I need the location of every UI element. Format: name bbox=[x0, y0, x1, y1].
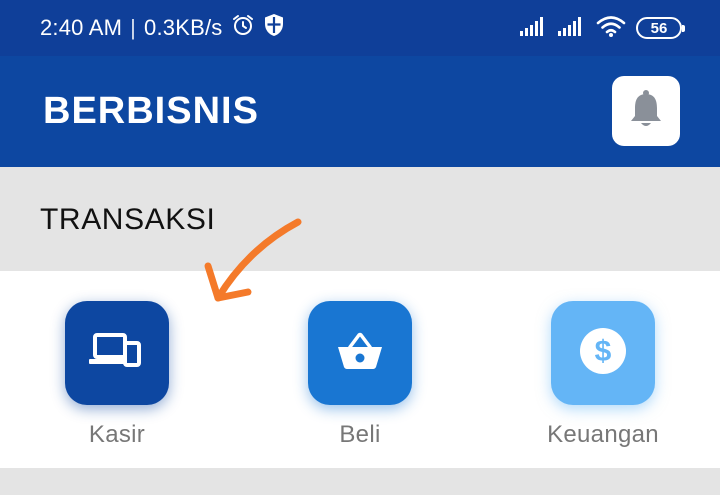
bell-icon bbox=[628, 89, 664, 134]
menu-label: Beli bbox=[339, 421, 381, 448]
battery-icon: 56 bbox=[636, 17, 685, 39]
menu-item-keuangan[interactable]: $ Keuangan bbox=[523, 301, 683, 461]
status-net-speed: 0.3KB/s bbox=[144, 15, 223, 40]
transaction-menu: Kasir Beli $ Keuangan bbox=[0, 271, 720, 468]
signal-icon bbox=[558, 16, 586, 41]
menu-item-kasir[interactable]: Kasir bbox=[37, 301, 197, 461]
shield-icon bbox=[263, 13, 285, 43]
battery-level: 56 bbox=[650, 19, 668, 37]
app-title: BERBISNIS bbox=[43, 90, 259, 132]
app-bar: BERBISNIS bbox=[0, 56, 720, 167]
menu-icon-tile[interactable] bbox=[308, 301, 412, 405]
pos-devices-icon bbox=[87, 329, 147, 378]
status-left: 2:40 AM | 0.3KB/s bbox=[40, 0, 285, 56]
svg-text:$: $ bbox=[595, 335, 612, 368]
menu-item-beli[interactable]: Beli bbox=[280, 301, 440, 461]
basket-icon bbox=[335, 329, 385, 378]
status-right: 56 bbox=[520, 0, 685, 56]
menu-label: Kasir bbox=[88, 421, 146, 448]
section-header: TRANSAKSI bbox=[0, 167, 720, 271]
status-separator: | bbox=[130, 15, 137, 40]
wifi-icon bbox=[596, 15, 626, 42]
notification-button[interactable] bbox=[612, 76, 680, 146]
alarm-icon bbox=[231, 13, 255, 43]
status-bar: 2:40 AM | 0.3KB/s 56 bbox=[0, 0, 720, 56]
menu-icon-tile[interactable]: $ bbox=[551, 301, 655, 405]
section-title: TRANSAKSI bbox=[40, 203, 216, 236]
menu-label: Keuangan bbox=[547, 421, 659, 448]
signal-icon bbox=[520, 16, 548, 41]
status-time: 2:40 AM bbox=[40, 15, 123, 40]
dollar-icon: $ bbox=[578, 326, 628, 381]
menu-icon-tile[interactable] bbox=[65, 301, 169, 405]
